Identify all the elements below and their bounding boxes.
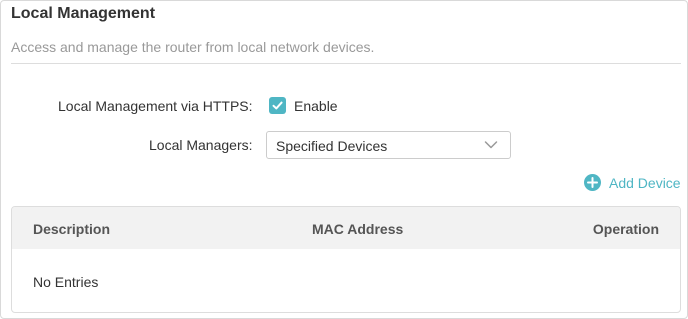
add-device-button[interactable]: Add Device <box>584 174 681 191</box>
column-header-mac-address[interactable]: MAC Address <box>312 221 403 237</box>
add-device-label: Add Device <box>609 174 681 191</box>
enable-label[interactable]: Enable <box>294 98 338 114</box>
https-label: Local Management via HTTPS: <box>58 98 253 114</box>
device-table: Description MAC Address Operation No Ent… <box>11 206 681 313</box>
table-header: Description MAC Address Operation <box>12 207 680 249</box>
section-title: Local Management <box>11 5 156 22</box>
section-subtitle: Access and manage the router from local … <box>11 39 375 55</box>
enable-https-checkbox[interactable] <box>269 97 286 114</box>
local-managers-select[interactable]: Specified Devices <box>266 131 511 159</box>
column-header-description[interactable]: Description <box>33 221 110 237</box>
section-divider <box>11 63 681 64</box>
chevron-down-icon <box>484 141 498 149</box>
table-empty-message: No Entries <box>33 274 99 290</box>
check-icon <box>272 101 283 110</box>
column-header-operation: Operation <box>592 221 659 237</box>
local-management-panel: Local Management Access and manage the r… <box>0 0 688 319</box>
local-managers-label: Local Managers: <box>149 137 253 153</box>
local-managers-selected-value: Specified Devices <box>276 138 388 154</box>
plus-circle-icon <box>584 174 601 191</box>
